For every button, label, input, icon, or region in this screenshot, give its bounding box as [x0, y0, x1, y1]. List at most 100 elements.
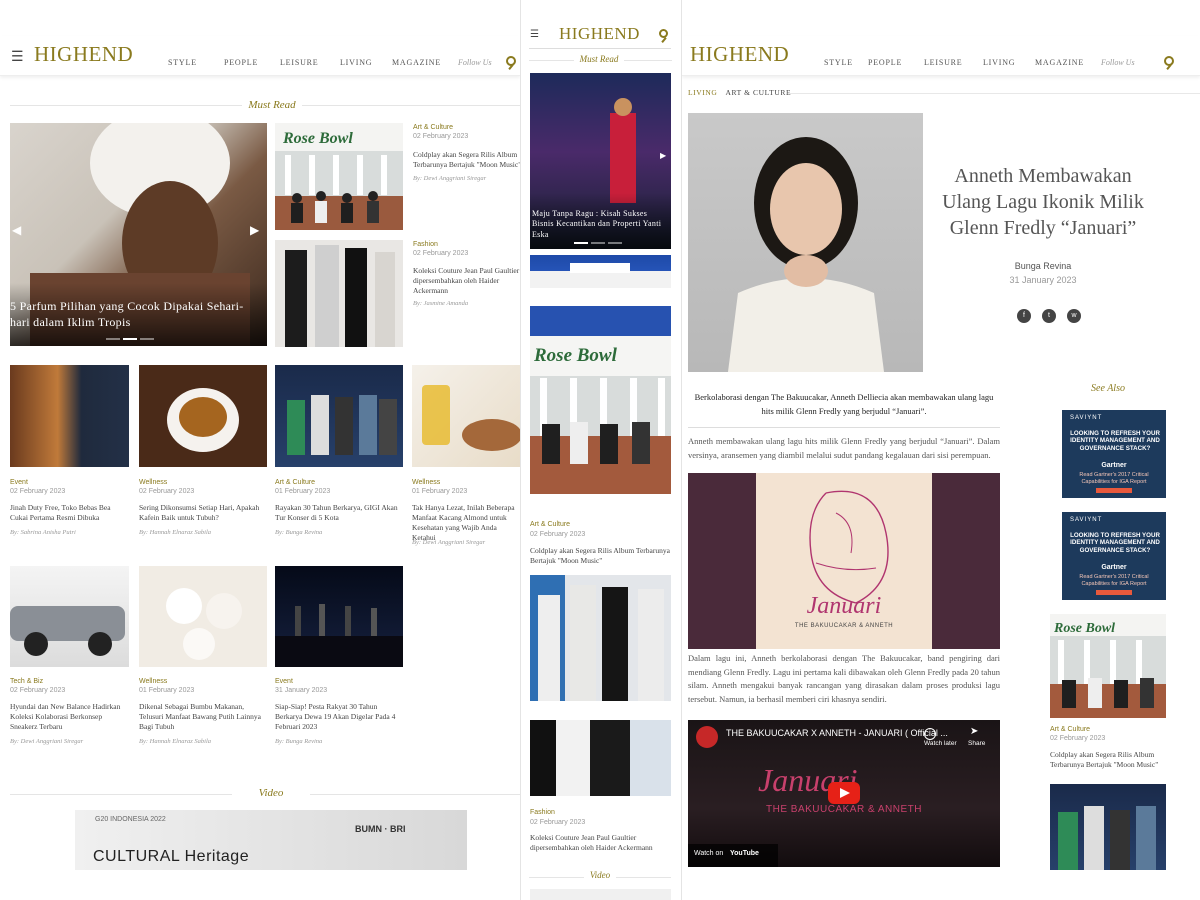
- card-title[interactable]: Jinah Duty Free, Toko Bebas Bea Cukai Pe…: [10, 503, 122, 523]
- card-title[interactable]: Koleksi Couture Jean Paul Gaultier diper…: [530, 833, 671, 853]
- article-author[interactable]: Bunga Revina: [938, 261, 1148, 271]
- ad-cta-button[interactable]: [1096, 590, 1132, 595]
- card-category[interactable]: Fashion: [413, 241, 438, 248]
- nav-magazine[interactable]: MAGAZINE: [392, 58, 458, 67]
- card-author[interactable]: By: Dewi Anggriani Siregar: [412, 539, 485, 546]
- nav-style[interactable]: STYLE: [168, 58, 224, 67]
- card-author[interactable]: By: Bunga Revina: [275, 738, 322, 745]
- nav-leisure[interactable]: LEISURE: [280, 58, 340, 67]
- ad-cta-button[interactable]: [1096, 488, 1132, 493]
- carousel-dots[interactable]: [574, 242, 622, 244]
- card-title[interactable]: Sering Dikonsumsi Setiap Hari, Apakah Ka…: [139, 503, 267, 523]
- card-author[interactable]: By: Bunga Revina: [275, 529, 322, 536]
- watch-on-youtube-bar[interactable]: Watch on YouTube: [688, 844, 778, 867]
- row2-card-1-image[interactable]: [10, 566, 129, 667]
- card-author[interactable]: By: Jasmine Amanda: [413, 300, 468, 307]
- mobile-hero-image[interactable]: ▶ Maju Tanpa Ragu : Kisah Sukses Bisnis …: [530, 73, 671, 249]
- nav-leisure[interactable]: LEISURE: [924, 58, 983, 67]
- breadcrumb-living[interactable]: LIVING: [688, 88, 717, 97]
- card-title[interactable]: Dikenal Sebagai Bumbu Makanan, Telusuri …: [139, 702, 267, 732]
- mobile-strip-image[interactable]: [530, 255, 671, 288]
- search-icon[interactable]: [506, 56, 516, 66]
- see-also-image-1[interactable]: Rose Bowl: [1050, 614, 1166, 718]
- hero-caption[interactable]: 5 Parfum Pilihan yang Cocok Dipakai Seha…: [10, 299, 250, 330]
- play-button-icon[interactable]: [828, 782, 860, 804]
- card-title[interactable]: Koleksi Couture Jean Paul Gaultier diper…: [413, 266, 520, 296]
- card-title[interactable]: Coldplay akan Segera Rilis Album Terbaru…: [413, 150, 520, 170]
- card-category[interactable]: Art & Culture: [530, 521, 570, 528]
- card-category[interactable]: Wellness: [139, 479, 167, 486]
- prev-arrow-icon[interactable]: ◀: [12, 223, 21, 238]
- nav-people[interactable]: PEOPLE: [868, 58, 924, 67]
- mobile-card-2-image[interactable]: [530, 575, 671, 701]
- card-title[interactable]: Tak Hanya Lezat, Inilah Beberapa Manfaat…: [412, 503, 520, 544]
- card-title[interactable]: Coldplay akan Segera Rilis Album Terbaru…: [1050, 750, 1166, 770]
- nav-follow-us[interactable]: Follow Us: [458, 58, 492, 67]
- row1-card-2-image[interactable]: [139, 365, 267, 467]
- video-thumbnail[interactable]: G20 INDONESIA 2022 BUMN · BRI CULTURAL H…: [75, 810, 467, 870]
- share-arrow-icon[interactable]: ➤: [970, 726, 978, 737]
- card-category[interactable]: Event: [275, 678, 293, 685]
- card-title[interactable]: Coldplay akan Segera Rilis Album Terbaru…: [530, 546, 671, 566]
- row1-card-4-image[interactable]: [412, 365, 520, 467]
- nav-people[interactable]: PEOPLE: [224, 58, 280, 67]
- watch-later-label[interactable]: Watch later: [924, 740, 957, 747]
- next-arrow-icon[interactable]: ▶: [660, 151, 666, 160]
- search-icon[interactable]: [1164, 56, 1174, 66]
- card-author[interactable]: By: Hannah Elnaraz Sabila: [139, 529, 211, 536]
- whatsapp-icon[interactable]: w: [1067, 309, 1081, 323]
- hero-caption[interactable]: Maju Tanpa Ragu : Kisah Sukses Bisnis Ke…: [532, 209, 668, 240]
- card-category[interactable]: Wellness: [139, 678, 167, 685]
- card-category[interactable]: Fashion: [530, 809, 555, 816]
- menu-icon[interactable]: ☰: [530, 29, 539, 40]
- ad-banner-1[interactable]: SAVIYNT LOOKING TO REFRESH YOUR IDENTITY…: [1062, 410, 1166, 498]
- card-author[interactable]: By: Sabrina Anisha Putri: [10, 529, 76, 536]
- row2-card-2-image[interactable]: [139, 566, 267, 667]
- site-logo[interactable]: HIGHEND: [34, 42, 133, 67]
- card-title[interactable]: Hyundai dan New Balance Hadirkan Koleksi…: [10, 702, 122, 732]
- card-author[interactable]: By: Dewi Anggriani Siregar: [413, 175, 486, 182]
- row1-card-3-image[interactable]: [275, 365, 403, 467]
- card-category[interactable]: Art & Culture: [413, 124, 453, 131]
- next-arrow-icon[interactable]: ▶: [250, 223, 259, 238]
- card-author[interactable]: By: Hannah Elnaraz Sabila: [139, 738, 211, 745]
- row2-card-3-image[interactable]: [275, 566, 403, 667]
- card-category[interactable]: Event: [10, 479, 28, 486]
- nav-living[interactable]: LIVING: [340, 58, 392, 67]
- carousel-dots[interactable]: [106, 338, 154, 340]
- nav-style[interactable]: STYLE: [824, 58, 868, 67]
- ad-banner-2[interactable]: SAVIYNT LOOKING TO REFRESH YOUR IDENTITY…: [1062, 512, 1166, 600]
- video-title[interactable]: THE BAKUUCAKAR X ANNETH - JANUARI ( Offi…: [726, 728, 948, 738]
- hero-image[interactable]: ◀ ▶ 5 Parfum Pilihan yang Cocok Dipakai …: [10, 123, 267, 346]
- nav-living[interactable]: LIVING: [983, 58, 1035, 67]
- share-label[interactable]: Share: [968, 740, 985, 747]
- youtube-embed[interactable]: THE BAKUUCAKAR X ANNETH - JANUARI ( Offi…: [688, 720, 1000, 867]
- site-logo[interactable]: HIGHEND: [690, 42, 789, 67]
- card-title[interactable]: Siap-Siap! Pesta Rakyat 30 Tahun Berkary…: [275, 702, 403, 732]
- row1-card-1-image[interactable]: [10, 365, 129, 467]
- facebook-icon[interactable]: f: [1017, 309, 1031, 323]
- clock-icon[interactable]: [924, 728, 936, 740]
- breadcrumb-art-culture[interactable]: ART & CULTURE: [725, 88, 791, 97]
- card-category[interactable]: Wellness: [412, 479, 440, 486]
- mobile-card-3-image[interactable]: [530, 720, 671, 796]
- twitter-icon[interactable]: t: [1042, 309, 1056, 323]
- nav-magazine[interactable]: MAGAZINE: [1035, 58, 1101, 67]
- card-author[interactable]: By: Dewi Anggriani Siregar: [10, 738, 83, 745]
- card-category[interactable]: Tech & Biz: [10, 678, 43, 685]
- side-card-1-image[interactable]: Rose Bowl: [275, 123, 403, 230]
- card-category[interactable]: Art & Culture: [275, 479, 315, 486]
- mobile-card-1-image[interactable]: Rose Bowl: [530, 306, 671, 494]
- card-category[interactable]: Art & Culture: [1050, 726, 1090, 733]
- site-logo[interactable]: HIGHEND: [559, 24, 640, 44]
- card-title[interactable]: Rayakan 30 Tahun Berkarya, GIGI Akan Tur…: [275, 503, 403, 523]
- mobile-video-thumbnail[interactable]: [530, 889, 671, 900]
- watch-on-label[interactable]: Watch on: [694, 850, 723, 857]
- channel-avatar[interactable]: [696, 726, 718, 748]
- menu-icon[interactable]: ☰: [11, 49, 24, 66]
- nav-follow-us[interactable]: Follow Us: [1101, 58, 1135, 67]
- youtube-logo[interactable]: YouTube: [730, 850, 759, 857]
- search-icon[interactable]: [659, 29, 668, 38]
- see-also-image-2[interactable]: [1050, 784, 1166, 870]
- side-card-2-image[interactable]: [275, 240, 403, 347]
